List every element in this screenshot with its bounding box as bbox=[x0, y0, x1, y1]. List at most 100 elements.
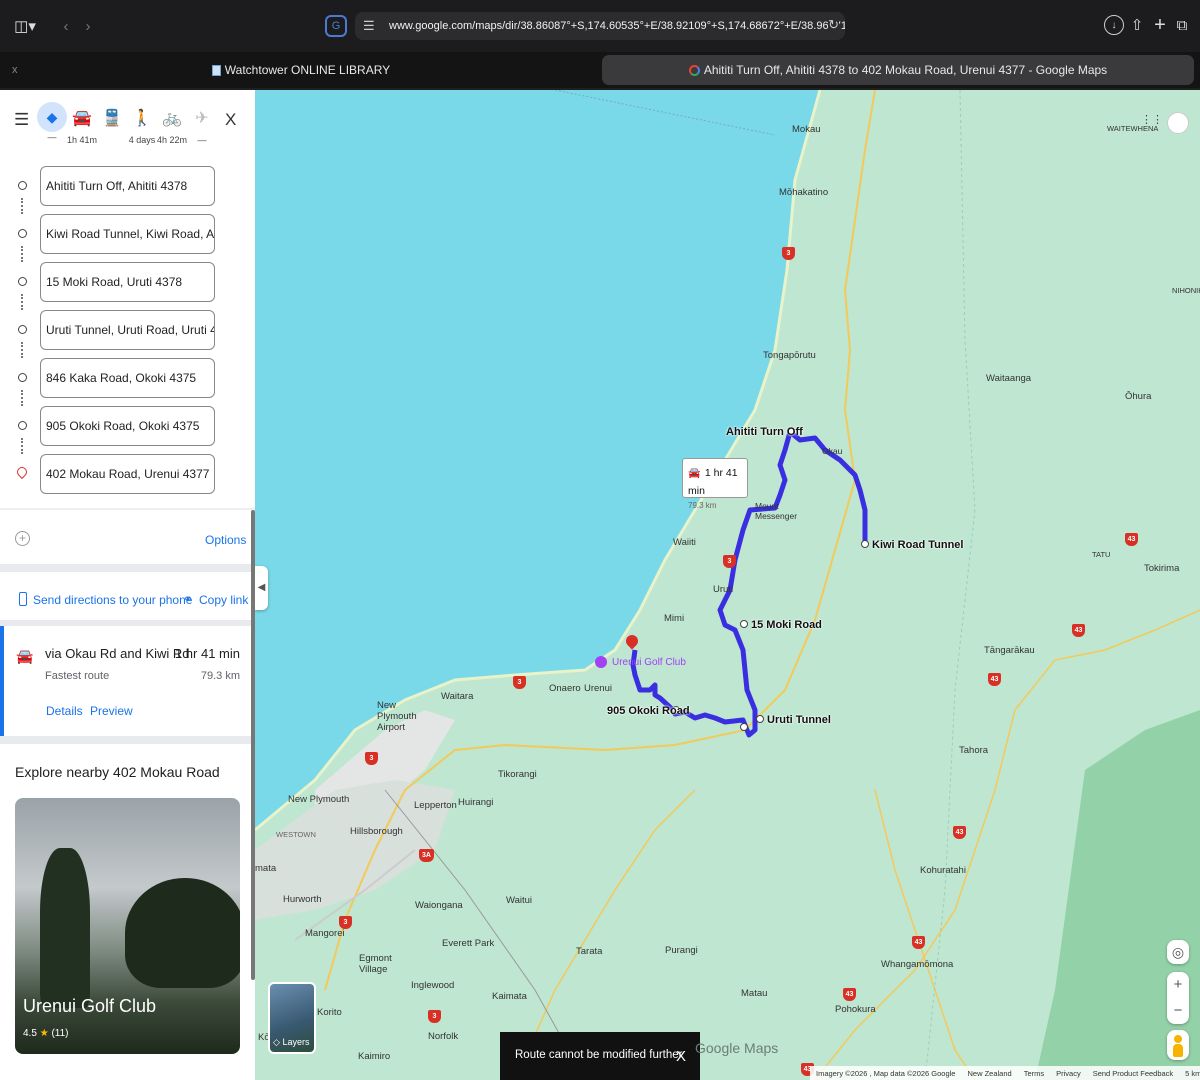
place-label: Mangorei bbox=[305, 928, 345, 939]
place-label: Waitara bbox=[441, 691, 474, 702]
place-label: Urenui bbox=[584, 683, 612, 694]
extension-icon[interactable]: G bbox=[325, 15, 347, 37]
collapse-panel-button[interactable]: ◀ bbox=[255, 566, 268, 610]
tree-silhouette bbox=[125, 878, 240, 988]
highway-shield: 3 bbox=[339, 916, 352, 929]
google-favicon-icon bbox=[688, 64, 700, 76]
stop-label: Uruti Tunnel bbox=[767, 714, 831, 726]
layers-button[interactable]: ◇ Layers bbox=[268, 982, 316, 1054]
place-card[interactable]: Urenui Golf Club 4.5 ★ (11) bbox=[15, 798, 240, 1054]
place-label: Tongapōrutu bbox=[763, 350, 816, 361]
terms-link[interactable]: Terms bbox=[1024, 1069, 1044, 1078]
new-tab-icon[interactable]: + bbox=[1150, 14, 1170, 36]
tab-overview-icon[interactable]: ⧉ bbox=[1172, 15, 1192, 35]
street-view-pegman-icon[interactable] bbox=[1167, 1030, 1189, 1060]
place-label: New Plymouth bbox=[288, 794, 350, 805]
feedback-link[interactable]: Send Product Feedback bbox=[1093, 1069, 1173, 1078]
zoom-in-button[interactable]: + bbox=[1167, 972, 1189, 998]
tab-watchtower[interactable]: x Watchtower ONLINE LIBRARY bbox=[4, 55, 598, 85]
place-label: Inglewood bbox=[411, 980, 455, 991]
review-count: (11) bbox=[51, 1028, 69, 1039]
toast-close-button[interactable]: X bbox=[676, 1048, 686, 1065]
address-bar[interactable]: ☰ www.google.com/maps/dir/38.86087°+S,17… bbox=[355, 12, 845, 40]
close-directions-icon[interactable]: X bbox=[225, 110, 236, 130]
forward-icon[interactable]: › bbox=[78, 14, 98, 38]
reload-icon[interactable]: ↻ bbox=[828, 17, 839, 33]
zoom-out-button[interactable]: − bbox=[1167, 998, 1189, 1024]
place-label: Whangamōmona bbox=[881, 959, 954, 970]
place-label: mata bbox=[255, 863, 277, 874]
preview-button[interactable]: Preview bbox=[90, 704, 133, 718]
mode-flight[interactable]: ✈ — bbox=[187, 102, 217, 152]
place-label: Kaimata bbox=[492, 991, 527, 1002]
close-tab-icon[interactable]: x bbox=[12, 64, 18, 76]
stop-input-6[interactable]: 905 Okoki Road, Okoki 4375 bbox=[40, 406, 215, 446]
toast-message: Route cannot be modified further X bbox=[500, 1032, 700, 1080]
highway-shield: 43 bbox=[988, 673, 1001, 686]
place-label: Tāngarākau bbox=[984, 645, 1035, 656]
waypoint-marker[interactable] bbox=[740, 723, 748, 731]
place-label: Okau bbox=[822, 446, 843, 456]
place-label: Mimi bbox=[664, 613, 685, 624]
plane-icon: ✈ bbox=[195, 110, 209, 127]
send-directions-button[interactable]: Send directions to your phone bbox=[33, 593, 192, 607]
waypoint-marker[interactable] bbox=[740, 620, 748, 628]
add-stop-icon[interactable]: + bbox=[15, 531, 30, 546]
back-icon[interactable]: ‹ bbox=[56, 14, 76, 38]
menu-icon[interactable]: ☰ bbox=[14, 110, 29, 130]
tab-google-maps[interactable]: Ahititi Turn Off, Ahititi 4378 to 402 Mo… bbox=[602, 55, 1194, 85]
stop-input-3[interactable]: 15 Moki Road, Uruti 4378 bbox=[40, 262, 215, 302]
route-time-badge[interactable]: 🚘 1 hr 41 min 79.3 km bbox=[682, 458, 748, 510]
stop-input-4[interactable]: Uruti Tunnel, Uruti Road, Uruti 4378 bbox=[40, 310, 215, 350]
sidebar-toggle-icon[interactable]: ◫▾ bbox=[10, 16, 40, 36]
place-label: Tikorangi bbox=[498, 769, 537, 780]
apps-grid-icon[interactable]: ⋮⋮ bbox=[1141, 113, 1163, 126]
toast-text: Route cannot be modified further bbox=[515, 1049, 683, 1061]
options-button[interactable]: Options bbox=[205, 533, 246, 547]
stop-input-5[interactable]: 846 Kaka Road, Okoki 4375 bbox=[40, 358, 215, 398]
stop-input-1[interactable]: Ahititi Turn Off, Ahititi 4378 bbox=[40, 166, 215, 206]
travel-mode-row: ☰ ◆ — 🚘 1h 41m 🚆 🚶 4 days 🚲 4h 22m ✈ — X bbox=[0, 102, 255, 152]
place-label: Hurworth bbox=[283, 894, 322, 905]
pegman-head bbox=[1174, 1035, 1182, 1043]
mode-driving[interactable]: 🚘 1h 41m bbox=[67, 102, 97, 152]
account-avatar[interactable] bbox=[1167, 112, 1189, 134]
car-icon: 🚘 bbox=[72, 110, 92, 127]
place-label: Matau bbox=[741, 988, 768, 999]
stop-marker-icon bbox=[18, 277, 27, 286]
pegman-body bbox=[1173, 1044, 1183, 1057]
waypoint-marker[interactable] bbox=[861, 540, 869, 548]
page-settings-icon[interactable]: ☰ bbox=[363, 18, 375, 34]
stop-marker-icon bbox=[18, 229, 27, 238]
map-canvas[interactable]: 🚘 1 hr 41 min 79.3 km Ahititi Turn Off K… bbox=[255, 90, 1200, 1080]
layers-label: ◇ Layers bbox=[273, 1037, 309, 1048]
privacy-link[interactable]: Privacy bbox=[1056, 1069, 1081, 1078]
tab-bar: x Watchtower ONLINE LIBRARY Ahititi Turn… bbox=[0, 52, 1200, 88]
place-label: Hillsborough bbox=[350, 826, 403, 837]
place-label: Mount Messenger bbox=[755, 501, 798, 521]
download-icon[interactable]: ↓ bbox=[1104, 15, 1124, 35]
train-icon: 🚆 bbox=[102, 110, 122, 127]
waypoint-marker[interactable] bbox=[756, 715, 764, 723]
details-button[interactable]: Details bbox=[46, 704, 83, 718]
route-option[interactable]: 🚘 via Okau Rd and Kiwi Rd 1 hr 41 min Fa… bbox=[0, 626, 250, 736]
zoom-controls: + − bbox=[1167, 972, 1189, 1024]
stop-input-2[interactable]: Kiwi Road Tunnel, Kiwi Road, Ahititi 437… bbox=[40, 214, 215, 254]
stop-input-destination[interactable]: 402 Mokau Road, Urenui 4377 bbox=[40, 454, 215, 494]
route-time: 1 hr 41 min bbox=[174, 646, 240, 661]
stop-marker-icon bbox=[18, 325, 27, 334]
poi-label[interactable]: Urenui Golf Club bbox=[612, 657, 686, 668]
place-label: Ōhura bbox=[1125, 391, 1152, 402]
region-link[interactable]: New Zealand bbox=[967, 1069, 1011, 1078]
golf-poi-icon[interactable] bbox=[595, 656, 607, 668]
place-label: Waiiti bbox=[673, 537, 696, 548]
section-divider bbox=[0, 736, 255, 744]
copy-link-button[interactable]: Copy link bbox=[199, 593, 248, 607]
place-label: NIHONIHO bbox=[1172, 286, 1200, 295]
share-icon[interactable]: ⇧ bbox=[1127, 14, 1147, 36]
url-text: www.google.com/maps/dir/38.86087°+S,174.… bbox=[389, 20, 845, 32]
place-label: Tahora bbox=[959, 745, 989, 756]
place-label: Uruti bbox=[713, 584, 734, 595]
place-label: Tarata bbox=[576, 946, 603, 957]
my-location-button[interactable]: ◎ bbox=[1167, 940, 1189, 964]
